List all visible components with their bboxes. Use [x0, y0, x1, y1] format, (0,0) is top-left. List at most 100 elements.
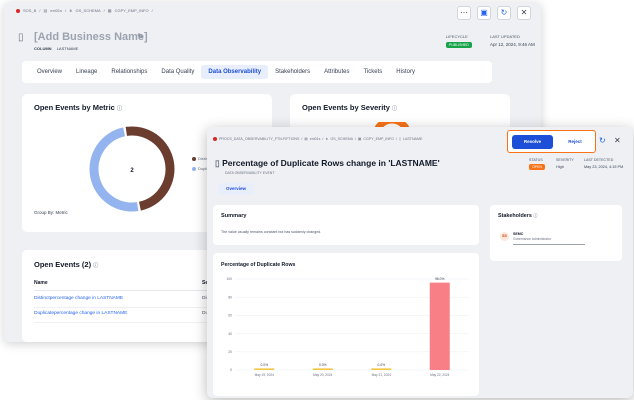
- y-tick-label: 60: [228, 314, 232, 318]
- breadcrumb-item[interactable]: ext01s: [50, 8, 62, 13]
- source-icon: [16, 8, 20, 13]
- severity-value: High: [556, 165, 564, 169]
- legend-swatch: [192, 166, 196, 171]
- tab-overview[interactable]: Overview: [218, 183, 254, 195]
- breadcrumb-item[interactable]: PROCS_DATA_OBSERVABILITY_FTN-FIFTIONS: [219, 137, 299, 141]
- event-title: ▯ Percentage of Duplicate Rows change in…: [215, 158, 440, 168]
- event-detail-window: PROCS_DATA_OBSERVABILITY_FTN-FIFTIONS / ▤…: [207, 127, 633, 398]
- lifecycle-info: LIFECYCLE PUBLISHED: [446, 34, 472, 48]
- status-info: STATUS OPEN: [529, 158, 545, 170]
- last-updated-info: LAST UPDATED Apr 12, 2024, 9:46 AM: [490, 34, 535, 47]
- last-detected-label: LAST DETECTED: [584, 158, 614, 162]
- last-updated-value: Apr 12, 2024, 9:46 AM: [490, 42, 535, 47]
- database-icon: ▤: [304, 137, 308, 141]
- database-icon: ▤: [43, 8, 48, 13]
- close-button[interactable]: ✕: [517, 6, 531, 20]
- tab-tickets[interactable]: Tickets: [357, 65, 390, 79]
- summary-card: Summary The value usually remains consta…: [213, 205, 479, 245]
- details-panel-button[interactable]: ▣: [477, 6, 491, 20]
- tab-data-observability[interactable]: Data Observability: [201, 65, 269, 79]
- bar-value-label: 0.0%: [377, 363, 385, 367]
- y-tick-label: 100: [226, 277, 232, 281]
- event-link[interactable]: Distinctpercentage change in LASTNAME: [34, 296, 123, 301]
- bar[interactable]: [312, 368, 333, 370]
- lifecycle-badge: PUBLISHED: [446, 42, 472, 48]
- schema-icon: ⋔: [325, 137, 329, 141]
- entity-title: [Add Business Name]: [34, 31, 148, 43]
- source-icon: [213, 137, 217, 141]
- duplicate-rows-bar-chart: 0 20 40 60 80 100 0.0% May 19, 2024 0.0% May 20, …: [226, 277, 469, 377]
- edit-name-icon[interactable]: ✎: [137, 32, 144, 41]
- screenshot-stage: SOS_B / ▤ ext01s / ⋔ GS_SCHEMA / ▦ CGPY_EMP…: [0, 0, 634, 400]
- card-title: Open Events by Severity ⓘ: [302, 103, 398, 112]
- y-tick-label: 80: [228, 295, 232, 299]
- last-detected-info: LAST DETECTED May 23, 2024, 4:15 PM: [584, 158, 623, 169]
- last-detected-value: May 23, 2024, 4:15 PM: [584, 165, 624, 169]
- table-icon: ▦: [107, 8, 112, 13]
- card-title: Stakeholders ⓘ: [498, 213, 538, 219]
- breadcrumb-item[interactable]: GS_SCHEMA: [76, 8, 101, 13]
- status-label: STATUS: [529, 158, 543, 162]
- bar-value-label: 0.0%: [260, 363, 268, 367]
- info-icon: ⓘ: [116, 106, 122, 112]
- tab-bar: Overview Lineage Relationships Data Qual…: [22, 61, 492, 83]
- x-tick-label: May 20, 2024: [313, 373, 333, 377]
- avatar: SS: [500, 232, 509, 241]
- divider: [513, 244, 585, 245]
- event-link[interactable]: Duplicatepercentage change in LASTNAME: [34, 311, 127, 316]
- reject-button[interactable]: Reject: [558, 135, 592, 149]
- close-icon[interactable]: ✕: [614, 136, 621, 145]
- resolve-button[interactable]: Resolve: [512, 135, 553, 149]
- group-by-label[interactable]: Group By: Metric: [34, 210, 68, 215]
- breadcrumb: SOS_B / ▤ ext01s / ⋔ GS_SCHEMA / ▦ CGPY_EMP…: [16, 8, 153, 13]
- breadcrumb-item[interactable]: CGPY_EMP_INFO: [363, 137, 394, 141]
- tab-stakeholders[interactable]: Stakeholders: [268, 65, 317, 79]
- tab-relationships[interactable]: Relationships: [104, 65, 154, 79]
- legend-swatch: [192, 156, 196, 161]
- bar[interactable]: [429, 282, 450, 370]
- card-title: Open Events by Metric ⓘ: [34, 103, 122, 112]
- lifecycle-label: LIFECYCLE: [446, 34, 468, 39]
- schema-icon: ⋔: [69, 8, 73, 13]
- x-tick-label: May 19, 2024: [255, 373, 275, 377]
- tab-data-quality[interactable]: Data Quality: [154, 65, 201, 79]
- column-icon: ▯: [398, 137, 401, 141]
- donut-center-value: 2: [130, 168, 134, 174]
- y-tick-label: 20: [228, 350, 232, 354]
- summary-title: Summary: [221, 213, 247, 219]
- column-tag: COLUMN LASTNAME: [34, 46, 78, 51]
- tab-overview[interactable]: Overview: [30, 65, 69, 79]
- x-tick-label: May 22, 2024: [430, 373, 450, 377]
- breadcrumb-item[interactable]: LASTNAME: [403, 137, 422, 141]
- refresh-icon[interactable]: ↻: [599, 136, 606, 145]
- breadcrumb-item[interactable]: GS_SCHEMA: [330, 137, 353, 141]
- tab-lineage[interactable]: Lineage: [69, 65, 104, 79]
- event-type-icon: ▯: [215, 158, 220, 168]
- bar[interactable]: [254, 368, 275, 370]
- breadcrumb-item[interactable]: SOS_B: [23, 8, 36, 13]
- breadcrumb-item[interactable]: CGPY_EMP_INFO: [115, 8, 149, 13]
- column-tag-value: LASTNAME: [56, 46, 79, 51]
- event-action-group: Resolve Reject: [507, 130, 596, 153]
- x-tick-label: May 21, 2024: [372, 373, 392, 377]
- breadcrumb-item[interactable]: ext01s: [310, 137, 321, 141]
- summary-text: The value usually remains constant but h…: [221, 230, 322, 234]
- stakeholder-name[interactable]: SEMC: [513, 232, 523, 236]
- info-icon: ⓘ: [93, 263, 99, 269]
- column-header-name: Name: [34, 280, 48, 286]
- tab-attributes[interactable]: Attributes: [317, 65, 356, 79]
- status-badge: OPEN: [529, 164, 545, 170]
- event-subtitle: DATA OBSERVABILITY EVENT: [225, 171, 275, 175]
- info-icon: ⓘ: [533, 213, 538, 218]
- tab-history[interactable]: History: [389, 65, 422, 79]
- last-updated-label: LAST UPDATED: [490, 34, 520, 39]
- refresh-button[interactable]: ↻: [497, 6, 511, 20]
- bar[interactable]: [371, 368, 392, 370]
- stakeholders-card: Stakeholders ⓘ SS SEMC Governance Admini…: [490, 205, 622, 261]
- severity-info: SEVERITY High: [556, 158, 574, 169]
- bar-value-label: 96.0%: [435, 277, 444, 281]
- bar-value-label: 0.0%: [319, 363, 327, 367]
- severity-label: SEVERITY: [556, 158, 574, 162]
- more-options-button[interactable]: ⋯: [457, 6, 471, 20]
- duplicate-rows-chart-card: Percentage of Duplicate Rows 0 20 40 60 80 10…: [213, 253, 479, 396]
